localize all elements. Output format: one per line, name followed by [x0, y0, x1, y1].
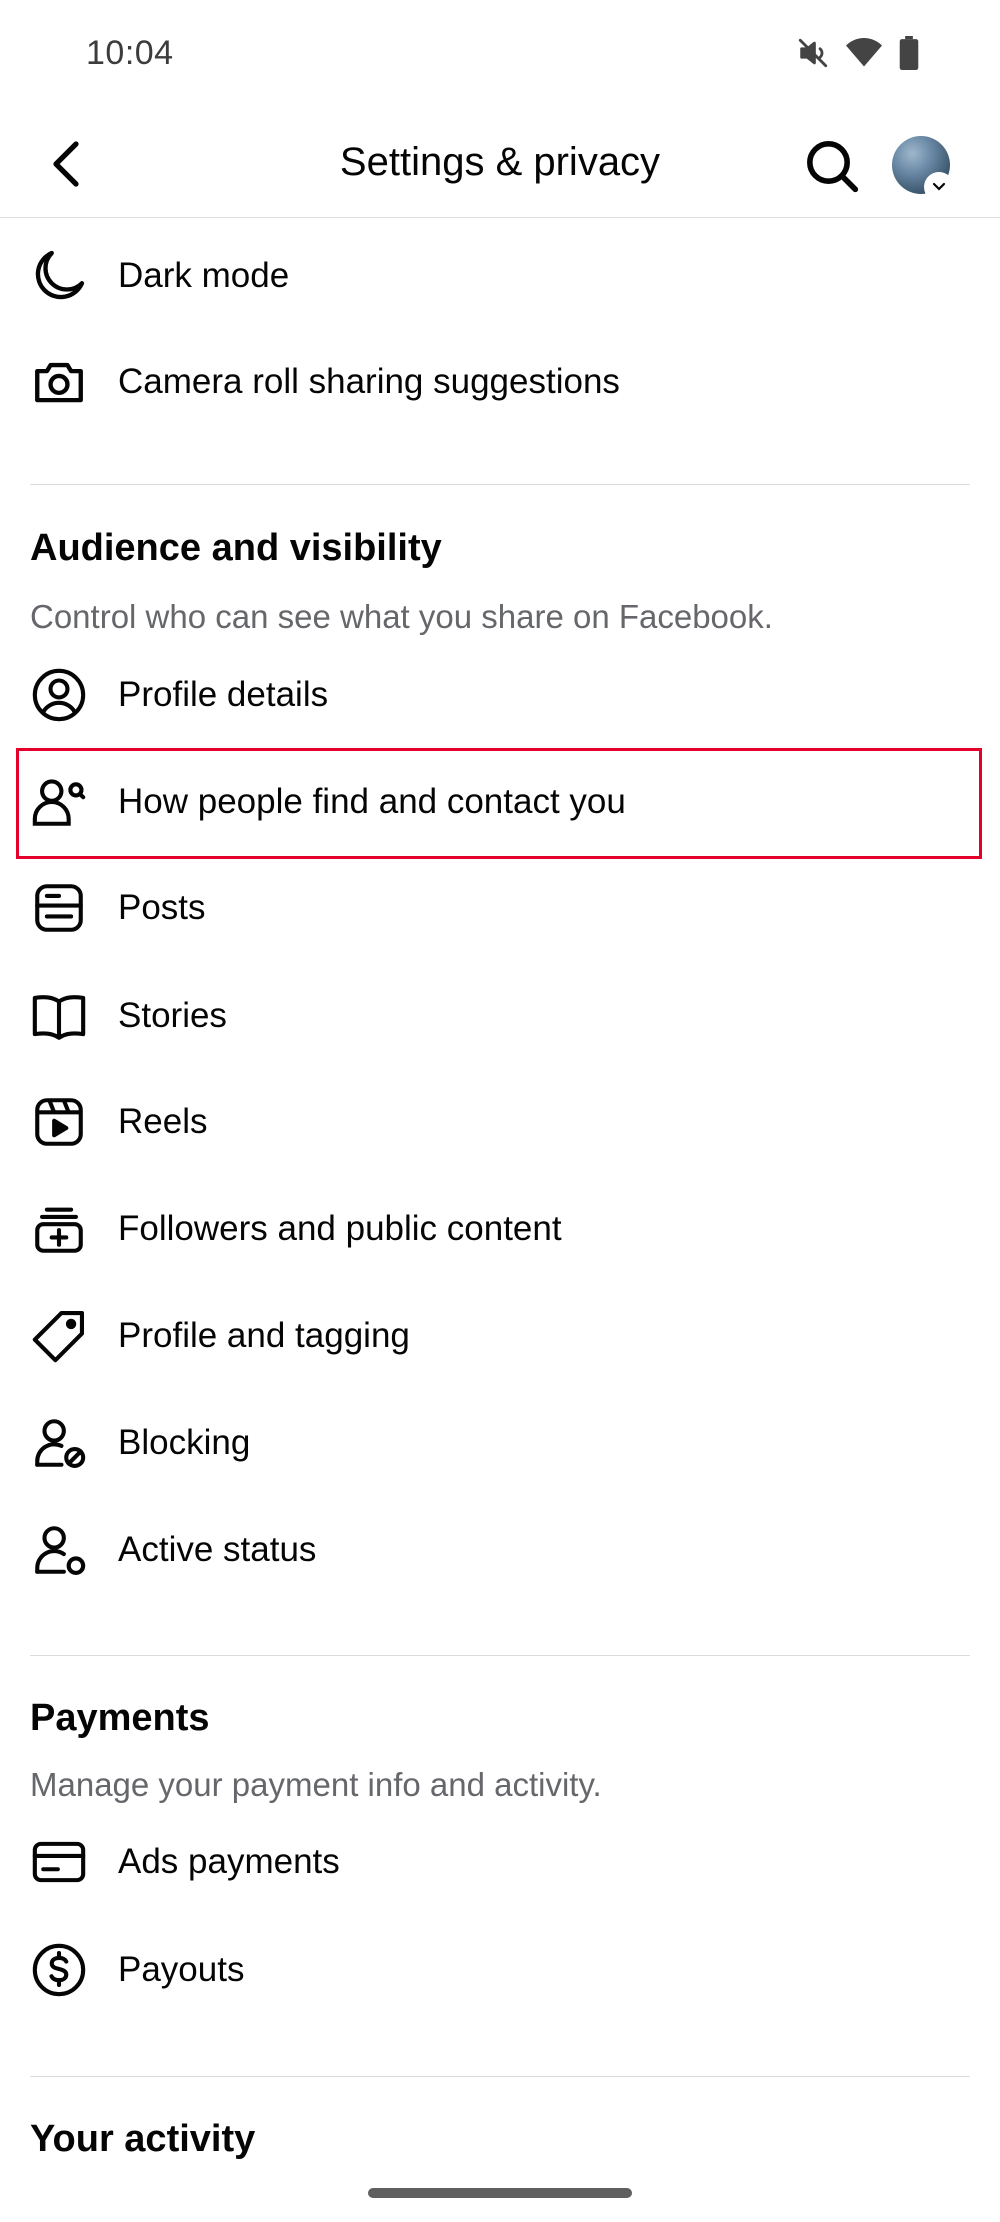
profile-circle-icon [30, 666, 88, 724]
dollar-icon [30, 1941, 88, 1999]
list-item-followers[interactable]: Followers and public content [0, 1179, 1000, 1279]
section-title-payments: Payments [30, 1697, 210, 1739]
divider [30, 484, 970, 485]
divider [30, 1655, 970, 1656]
list-item-stories[interactable]: Stories [0, 966, 1000, 1066]
list-item-label: Stories [118, 996, 227, 1035]
battery-icon [898, 36, 920, 70]
status-icons [796, 36, 920, 70]
section-description-audience: Control who can see what you share on Fa… [30, 598, 773, 635]
section-description-payments: Manage your payment info and activity. [30, 1766, 602, 1803]
list-item-active-status[interactable]: Active status [0, 1500, 1000, 1600]
tag-icon [30, 1307, 88, 1365]
list-item-profile-tagging[interactable]: Profile and tagging [0, 1286, 1000, 1386]
active-status-icon [30, 1521, 88, 1579]
reels-icon [30, 1093, 88, 1151]
highlight-box [16, 748, 982, 859]
list-item-profile-details[interactable]: Profile details [0, 645, 1000, 745]
app-header: Settings & privacy [0, 112, 1000, 218]
home-indicator[interactable] [368, 2188, 632, 2198]
status-time: 10:04 [86, 34, 174, 72]
list-item-label: Payouts [118, 1950, 245, 1989]
posts-icon [30, 879, 88, 937]
list-item-label: Profile and tagging [118, 1316, 410, 1355]
search-button[interactable] [800, 134, 864, 198]
section-title-activity: Your activity [30, 2118, 256, 2160]
list-item-reels[interactable]: Reels [0, 1072, 1000, 1172]
wifi-icon [846, 37, 882, 69]
list-item-label: Active status [118, 1530, 317, 1569]
list-item-label: Followers and public content [118, 1209, 562, 1248]
list-item-camera-roll[interactable]: Camera roll sharing suggestions [0, 332, 1000, 432]
mute-icon [796, 36, 830, 70]
list-item-label: Camera roll sharing suggestions [118, 362, 620, 401]
book-icon [30, 987, 88, 1045]
status-bar: 10:04 [0, 0, 1000, 112]
section-title-audience: Audience and visibility [30, 527, 442, 569]
list-item-label: Posts [118, 888, 206, 927]
chevron-down-icon[interactable] [926, 174, 952, 200]
camera-icon [30, 353, 88, 411]
list-item-label: Ads payments [118, 1842, 340, 1881]
list-item-posts[interactable]: Posts [0, 858, 1000, 958]
list-item-label: Dark mode [118, 256, 290, 295]
block-user-icon [30, 1414, 88, 1472]
divider [30, 2076, 970, 2077]
list-item-dark-mode[interactable]: Dark mode [0, 226, 1000, 326]
search-icon [807, 141, 859, 193]
moon-icon [30, 247, 88, 305]
list-item-label: Profile details [118, 675, 329, 714]
list-item-ads-payments[interactable]: Ads payments [0, 1812, 1000, 1912]
list-item-blocking[interactable]: Blocking [0, 1393, 1000, 1493]
followers-icon [30, 1200, 88, 1258]
card-icon [30, 1833, 88, 1891]
list-item-label: Reels [118, 1102, 208, 1141]
list-item-label: Blocking [118, 1423, 251, 1462]
list-item-payouts[interactable]: Payouts [0, 1920, 1000, 2020]
